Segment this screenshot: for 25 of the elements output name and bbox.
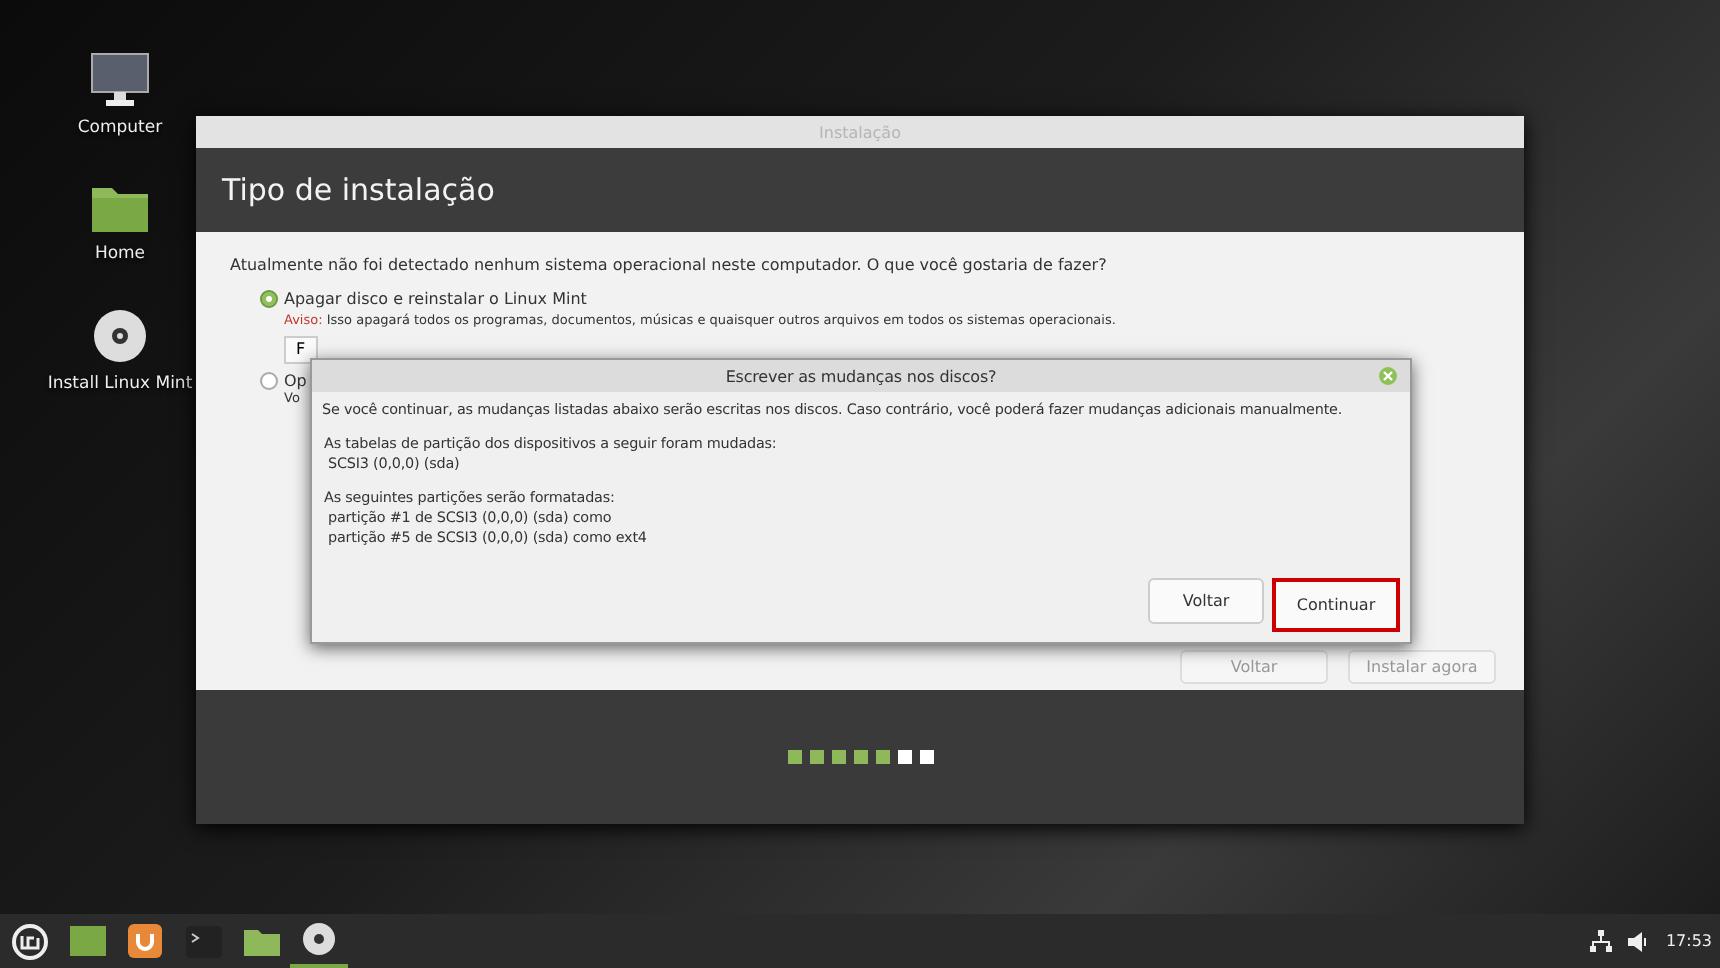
terminal-icon	[185, 925, 221, 957]
desktop-icon	[69, 926, 105, 956]
app-icon	[128, 924, 162, 958]
radio-button[interactable]	[260, 372, 278, 390]
network-icon[interactable]	[1589, 930, 1612, 952]
volume-icon[interactable]	[1627, 931, 1650, 951]
radio-button[interactable]	[260, 290, 278, 308]
advanced-button[interactable]: F	[284, 336, 318, 364]
menu-icon	[11, 923, 47, 959]
disc-icon[interactable]	[92, 308, 148, 364]
folder-icon	[243, 926, 279, 956]
clock[interactable]: 17:53	[1665, 932, 1712, 950]
monitor-icon[interactable]	[89, 52, 150, 108]
desktop-icon-label: Computer	[77, 118, 163, 138]
dialog-button[interactable]: Voltar	[1148, 578, 1264, 624]
disc-icon	[302, 922, 336, 956]
dialog-title: Escrever as mudanças nos discos?	[725, 367, 997, 385]
question-text: Atualmente não foi detectado nenhum sistema operacional neste computador. O que você gostaria de fazer?	[230, 256, 1109, 274]
desktop-icon-label: Install Linux Mint	[47, 374, 193, 394]
option-label[interactable]: Op	[284, 372, 307, 390]
dialog-button[interactable]: Continuar	[1272, 578, 1400, 632]
folder-icon[interactable]	[90, 182, 150, 234]
desktop-icon-label: Home	[94, 244, 146, 264]
option-label[interactable]: Apagar disco e reinstalar o Linux Mint	[284, 290, 587, 308]
page-heading: Tipo de instalação	[222, 172, 495, 208]
